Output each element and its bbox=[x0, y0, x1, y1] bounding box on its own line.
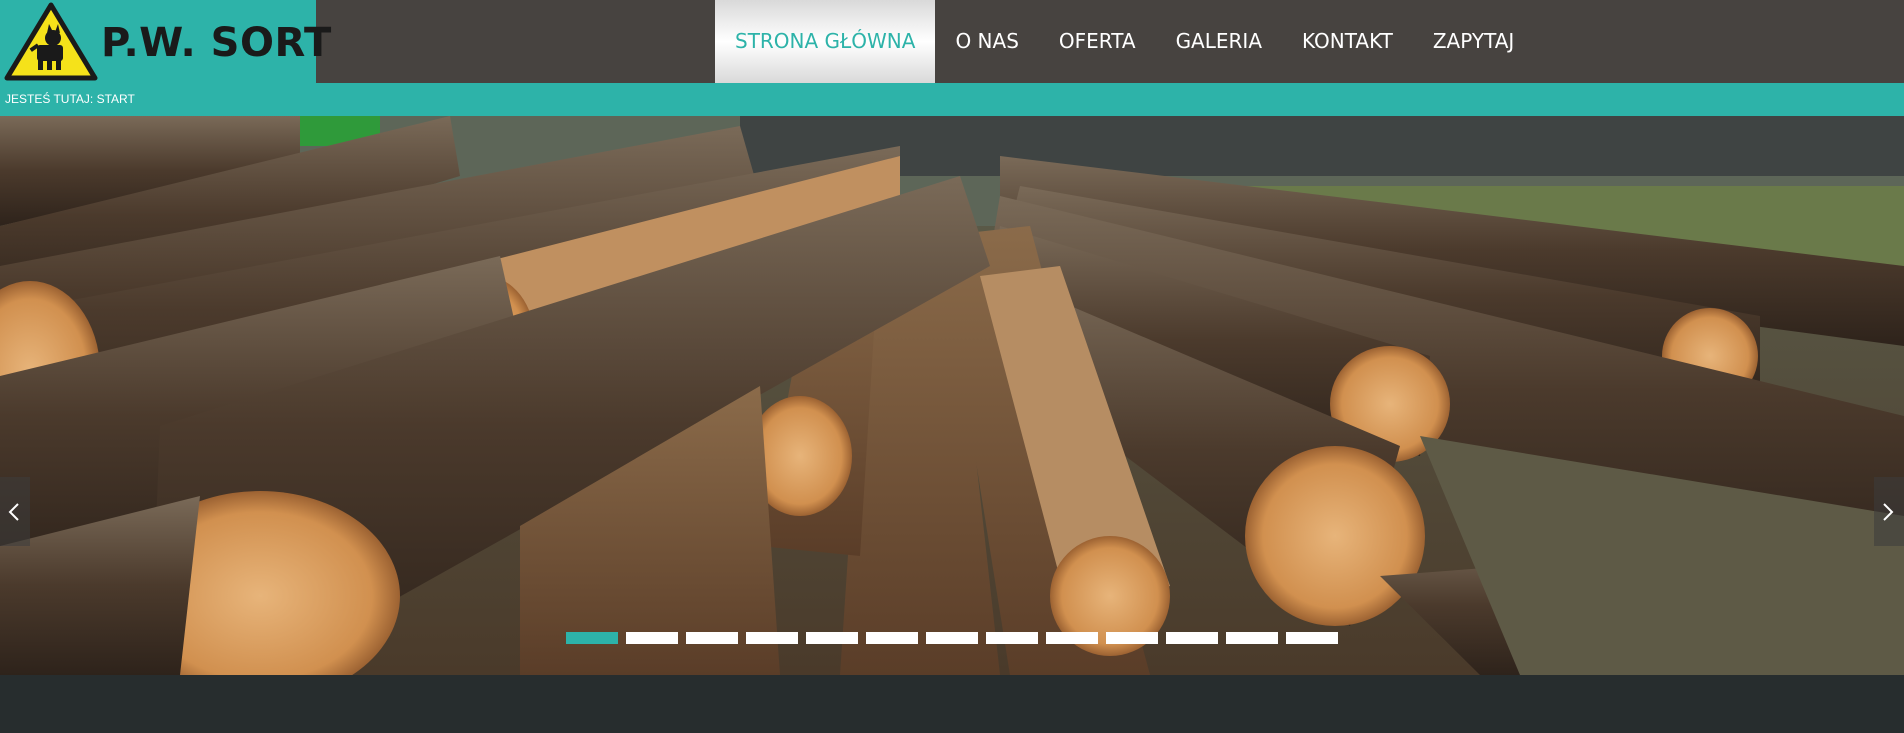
chevron-right-icon bbox=[1883, 503, 1894, 521]
slider-dot[interactable] bbox=[806, 632, 858, 644]
nav-item-gallery[interactable]: GALERIA bbox=[1156, 0, 1282, 83]
breadcrumb-bar: JESTEŚ TUTAJ: START bbox=[0, 83, 1904, 116]
nav-item-ask[interactable]: ZAPYTAJ bbox=[1413, 0, 1534, 83]
slider-dot[interactable] bbox=[626, 632, 678, 644]
slider-dot[interactable] bbox=[1046, 632, 1098, 644]
breadcrumb: JESTEŚ TUTAJ: START bbox=[5, 92, 135, 106]
nav-item-contact[interactable]: KONTAKT bbox=[1282, 0, 1413, 83]
slide-image bbox=[0, 116, 1904, 675]
slider-dot[interactable] bbox=[566, 632, 618, 644]
slider-dot[interactable] bbox=[1286, 632, 1338, 644]
hero-slider[interactable] bbox=[0, 116, 1904, 675]
slider-next-button[interactable] bbox=[1874, 477, 1904, 546]
slider-dot[interactable] bbox=[986, 632, 1038, 644]
slider-dot[interactable] bbox=[686, 632, 738, 644]
slider-dot[interactable] bbox=[926, 632, 978, 644]
main-nav: STRONA GŁÓWNA O NAS OFERTA GALERIA KONTA… bbox=[715, 0, 1534, 83]
slider-prev-button[interactable] bbox=[0, 477, 30, 546]
slider-dot[interactable] bbox=[1166, 632, 1218, 644]
slider-dot[interactable] bbox=[746, 632, 798, 644]
footer-band bbox=[0, 675, 1904, 733]
slider-dot[interactable] bbox=[1106, 632, 1158, 644]
slider-pagination bbox=[566, 632, 1338, 644]
logo[interactable]: P.W. SORT bbox=[0, 0, 331, 83]
slider-dot[interactable] bbox=[1226, 632, 1278, 644]
nav-item-offer[interactable]: OFERTA bbox=[1039, 0, 1156, 83]
slider-dot[interactable] bbox=[866, 632, 918, 644]
chevron-left-icon bbox=[8, 503, 19, 521]
brand-name: P.W. SORT bbox=[101, 20, 332, 66]
dog-warning-sign-icon bbox=[4, 2, 98, 81]
nav-item-home[interactable]: STRONA GŁÓWNA bbox=[715, 0, 936, 83]
site-header: P.W. SORT STRONA GŁÓWNA O NAS OFERTA GAL… bbox=[0, 0, 1904, 83]
nav-item-about[interactable]: O NAS bbox=[935, 0, 1038, 83]
